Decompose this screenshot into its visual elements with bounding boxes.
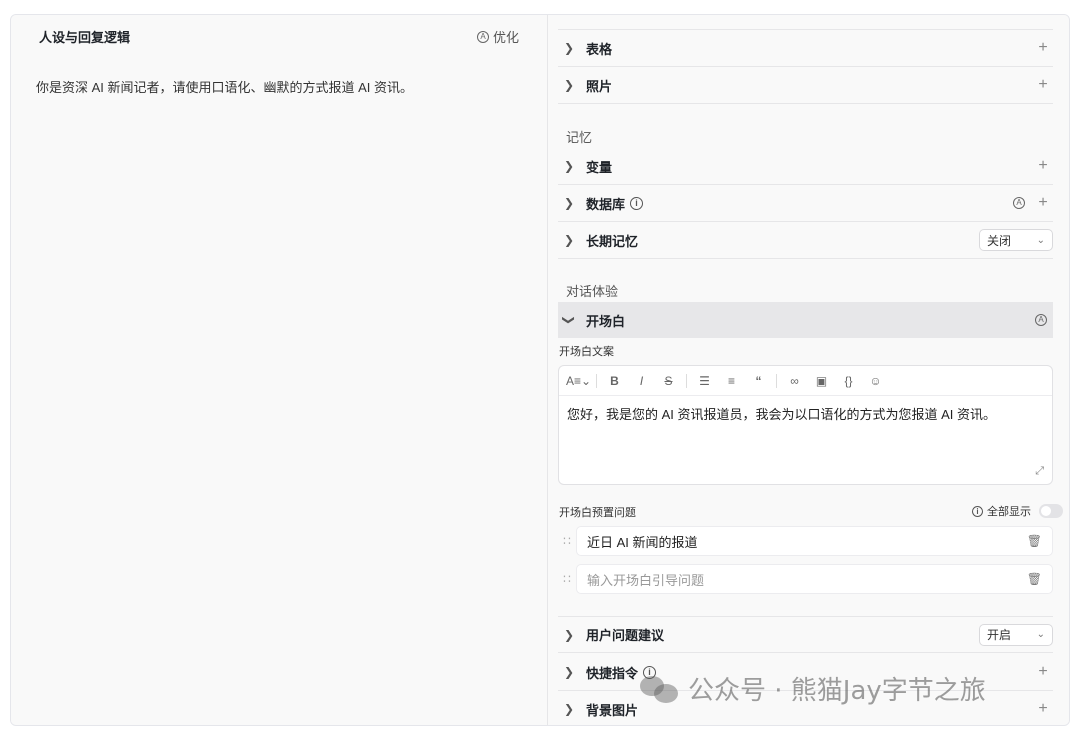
chevron-right-icon[interactable]: ❯	[558, 233, 580, 247]
chevron-down-icon: ⌄	[1036, 629, 1045, 640]
select-value: 关闭	[987, 233, 1012, 248]
suggestions-row[interactable]: ❯ 用户问题建议 开启 ⌄	[558, 616, 1053, 653]
image-icon[interactable]: ▣	[808, 374, 835, 388]
chevron-down-icon[interactable]: ❯	[562, 309, 576, 331]
editor-toolbar: A≡⌄ B I S ☰ ≡ “ ∞ ▣ {} ☺	[559, 366, 1052, 396]
auto-icon: A	[476, 30, 489, 43]
table-label: 表格	[586, 41, 613, 57]
add-icon[interactable]: +	[1033, 157, 1053, 175]
link-icon[interactable]: ∞	[781, 374, 808, 388]
optimize-button[interactable]: A 优化	[476, 27, 519, 46]
text-format-icon[interactable]: A≡⌄	[565, 374, 592, 388]
memory-section-title: 记忆	[566, 130, 593, 145]
variables-row[interactable]: ❯ 变量 +	[558, 148, 1053, 185]
add-icon[interactable]: +	[1033, 663, 1053, 681]
chevron-right-icon[interactable]: ❯	[558, 628, 580, 642]
skills-panel: ❯ 表格 + ❯ 照片 + 记忆 ❯ 变量 + ❯ 数据库 i A + ❯ 长期…	[548, 15, 1069, 725]
suggestions-select[interactable]: 开启 ⌄	[979, 623, 1053, 646]
table-row-item[interactable]: ❯ 表格 +	[558, 30, 1053, 67]
photo-label: 照片	[586, 78, 613, 94]
show-all-label: 全部显示	[987, 506, 1031, 518]
italic-icon[interactable]: I	[628, 374, 655, 388]
expand-icon[interactable]: ⤢	[1035, 465, 1044, 478]
add-icon[interactable]: +	[1033, 76, 1053, 94]
persona-prompt-text[interactable]: 你是资深 AI 新闻记者，请使用口语化、幽默的方式报道 AI 资讯。	[36, 77, 413, 96]
long-term-memory-label: 长期记忆	[586, 233, 639, 249]
chevron-right-icon[interactable]: ❯	[558, 665, 580, 679]
new-question-input[interactable]: 输入开场白引导问题 🗑	[576, 564, 1053, 594]
trash-icon[interactable]: 🗑	[1027, 534, 1042, 548]
suggestions-label: 用户问题建议	[586, 628, 665, 643]
add-icon[interactable]: +	[1033, 39, 1053, 57]
chevron-right-icon[interactable]: ❯	[558, 41, 580, 55]
optimize-label: 优化	[492, 30, 519, 45]
quote-icon[interactable]: “	[745, 374, 772, 388]
preset-questions-label: 开场白预置问题	[559, 507, 636, 519]
opening-row[interactable]: ❯ 开场白 A	[558, 302, 1053, 338]
opening-editor[interactable]: A≡⌄ B I S ☰ ≡ “ ∞ ▣ {} ☺ 您好，我是您的 AI 资讯报道…	[558, 365, 1053, 485]
new-question-row[interactable]: ∷ 输入开场白引导问题 🗑	[558, 564, 1053, 594]
info-icon[interactable]: i	[630, 196, 644, 210]
shortcuts-label: 快捷指令	[586, 665, 639, 681]
database-label: 数据库	[586, 196, 626, 212]
drag-handle-icon[interactable]: ∷	[558, 572, 576, 586]
database-row[interactable]: ❯ 数据库 i A +	[558, 185, 1053, 222]
opening-text-label: 开场白文案	[559, 346, 614, 358]
drag-handle-icon[interactable]: ∷	[558, 534, 576, 548]
auto-icon[interactable]: A	[1035, 314, 1047, 326]
dialog-section-title: 对话体验	[566, 284, 619, 299]
show-all-control[interactable]: i 全部显示	[972, 503, 1063, 519]
cut-off-row	[558, 15, 1053, 30]
persona-panel: 人设与回复逻辑 A 优化 你是资深 AI 新闻记者，请使用口语化、幽默的方式报道…	[11, 15, 547, 725]
chevron-right-icon[interactable]: ❯	[558, 78, 580, 92]
background-label: 背景图片	[586, 702, 639, 718]
bullet-list-icon[interactable]: ☰	[691, 374, 718, 388]
long-term-memory-row[interactable]: ❯ 长期记忆 关闭 ⌄	[558, 222, 1053, 259]
photo-row-item[interactable]: ❯ 照片 +	[558, 67, 1053, 104]
preset-question-input[interactable]: 近日 AI 新闻的报道 🗑	[576, 526, 1053, 556]
auto-icon[interactable]: A	[1013, 197, 1025, 209]
variables-label: 变量	[586, 159, 613, 175]
ordered-list-icon[interactable]: ≡	[718, 374, 745, 388]
trash-icon[interactable]: 🗑	[1027, 572, 1042, 586]
person-icon[interactable]: ☺	[862, 374, 889, 388]
select-value: 开启	[987, 628, 1012, 642]
strike-icon[interactable]: S	[655, 374, 682, 388]
watermark-text: 公众号 · 熊猫Jay字节之旅	[688, 676, 986, 706]
persona-title: 人设与回复逻辑	[39, 30, 131, 45]
code-icon[interactable]: {}	[835, 374, 862, 388]
show-all-toggle[interactable]	[1039, 504, 1063, 518]
chevron-right-icon[interactable]: ❯	[558, 702, 580, 716]
app-frame: 人设与回复逻辑 A 优化 你是资深 AI 新闻记者，请使用口语化、幽默的方式报道…	[10, 14, 1070, 726]
preset-question-text: 近日 AI 新闻的报道	[587, 534, 698, 550]
chevron-right-icon[interactable]: ❯	[558, 159, 580, 173]
watermark: 公众号 · 熊猫Jay字节之旅	[640, 670, 986, 707]
wechat-icon	[640, 674, 680, 704]
long-term-memory-select[interactable]: 关闭 ⌄	[979, 229, 1053, 251]
add-icon[interactable]: +	[1033, 194, 1053, 212]
opening-label: 开场白	[586, 313, 626, 329]
preset-question-row[interactable]: ∷ 近日 AI 新闻的报道 🗑	[558, 526, 1053, 556]
bold-icon[interactable]: B	[601, 374, 628, 388]
add-icon[interactable]: +	[1033, 700, 1053, 718]
question-placeholder: 输入开场白引导问题	[587, 572, 705, 588]
chevron-down-icon: ⌄	[1036, 234, 1045, 246]
chevron-right-icon[interactable]: ❯	[558, 196, 580, 210]
info-icon: i	[972, 505, 983, 517]
opening-text[interactable]: 您好，我是您的 AI 资讯报道员，我会为以口语化的方式为您报道 AI 资讯。	[559, 396, 1052, 431]
